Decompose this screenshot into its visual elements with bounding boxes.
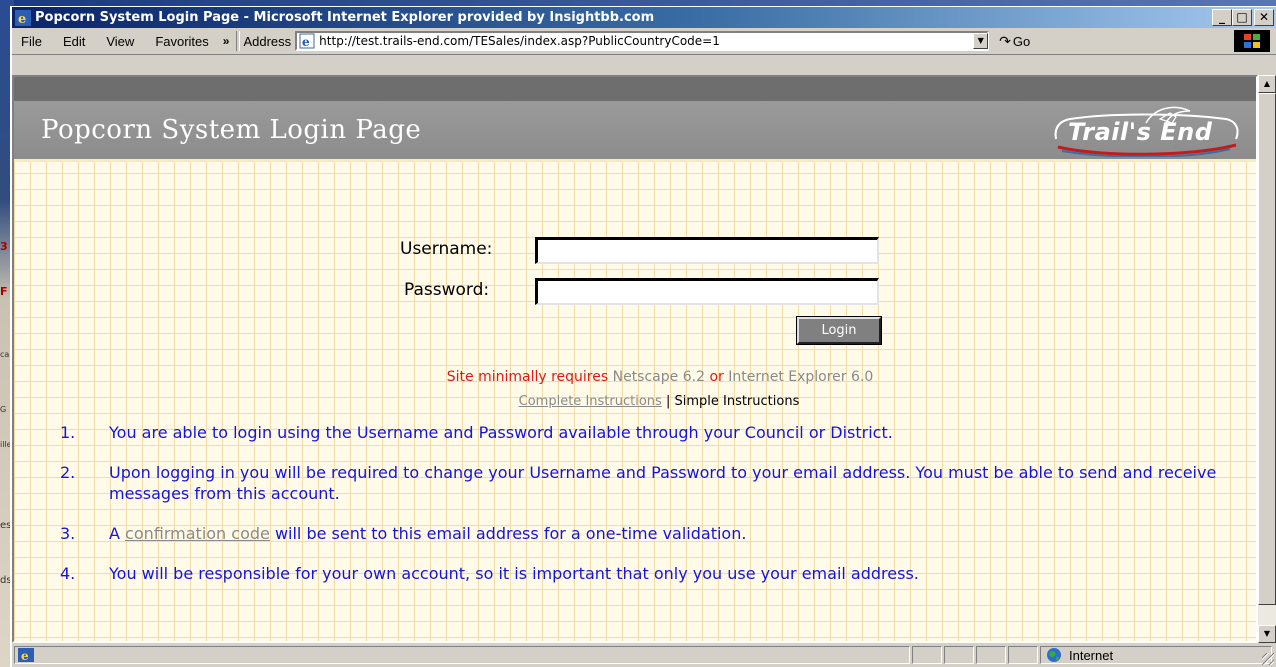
page-status-icon: e xyxy=(18,648,34,662)
security-zone: Internet xyxy=(1040,646,1272,664)
username-label: Username: xyxy=(400,239,493,259)
go-label: Go xyxy=(1012,33,1031,49)
status-cell xyxy=(1008,646,1038,664)
step-pre: A xyxy=(109,524,120,543)
step-number: 3. xyxy=(60,524,76,543)
menu-chevron-icon[interactable]: » xyxy=(223,34,230,48)
go-arrow-icon: ↷ xyxy=(999,32,1011,49)
status-bar: e Internet xyxy=(12,643,1276,667)
confirmation-code-link[interactable]: confirmation code xyxy=(125,524,270,543)
list-item: 3. A confirmation code will be sent to t… xyxy=(60,523,1230,544)
address-dropdown-icon[interactable]: ▼ xyxy=(973,33,989,49)
maximize-button[interactable]: □ xyxy=(1232,9,1252,26)
svg-text:e: e xyxy=(18,12,26,26)
step-post: will be sent to this email address for a… xyxy=(274,524,747,543)
step-number: 2. xyxy=(60,463,76,482)
menu-edit[interactable]: Edit xyxy=(63,34,85,49)
svg-text:e: e xyxy=(21,649,29,662)
browser-window: e Popcorn System Login Page - Microsoft … xyxy=(10,6,1276,667)
complete-instructions-link[interactable]: Complete Instructions xyxy=(519,394,662,409)
menu-favorites[interactable]: Favorites xyxy=(155,34,208,49)
globe-icon xyxy=(1047,648,1061,662)
status-cell xyxy=(912,646,942,664)
svg-text:e: e xyxy=(302,35,310,49)
list-item: 2. Upon logging in you will be required … xyxy=(60,462,1230,504)
step-text: You will be responsible for your own acc… xyxy=(109,564,919,583)
status-cell xyxy=(976,646,1006,664)
step-number: 4. xyxy=(60,564,76,583)
title-bar[interactable]: e Popcorn System Login Page - Microsoft … xyxy=(12,7,1276,28)
zone-label: Internet xyxy=(1069,647,1114,663)
step-number: 1. xyxy=(60,423,76,442)
scroll-thumb[interactable] xyxy=(1258,93,1276,605)
status-text-cell: e xyxy=(14,646,910,664)
scroll-up-icon[interactable]: ▲ xyxy=(1258,75,1276,93)
password-input[interactable] xyxy=(535,278,879,305)
username-input[interactable] xyxy=(535,237,879,264)
step-text: Upon logging in you will be required to … xyxy=(109,463,1217,503)
go-button[interactable]: ↷ Go xyxy=(999,33,1030,50)
browser-requirements: Site minimally requires Netscape 6.2 or … xyxy=(14,369,1256,385)
scroll-down-icon[interactable]: ▼ xyxy=(1258,625,1276,643)
minimize-button[interactable]: _ xyxy=(1212,9,1232,26)
step-text: A confirmation code will be sent to this… xyxy=(109,523,1230,544)
page-viewport: Popcorn System Login Page Trail's End Us… xyxy=(12,75,1258,643)
list-item: 4. You will be responsible for your own … xyxy=(60,563,1230,584)
menu-file[interactable]: File xyxy=(21,34,42,49)
header-top-band xyxy=(14,77,1256,103)
toolbar-separator xyxy=(236,31,241,51)
instructions-separator: | xyxy=(665,394,671,409)
trails-end-logo: Trail's End xyxy=(1050,105,1242,157)
ie-logo-icon: e xyxy=(15,9,31,26)
vertical-scrollbar[interactable]: ▲ ▼ xyxy=(1258,75,1276,643)
password-label: Password: xyxy=(404,280,490,300)
address-label: Address xyxy=(243,33,292,49)
instructions-links: Complete Instructions | Simple Instructi… xyxy=(14,394,1256,409)
page-title: Popcorn System Login Page xyxy=(41,115,422,145)
ie-link[interactable]: Internet Explorer 6.0 xyxy=(728,369,873,385)
address-url[interactable]: http://test.trails-end.com/TESales/index… xyxy=(319,34,973,48)
simple-instructions-label: Simple Instructions xyxy=(674,394,800,409)
windows-logo-icon xyxy=(1234,30,1270,52)
menu-bar: File Edit View Favorites » Address e htt… xyxy=(12,28,1276,55)
page-header: Popcorn System Login Page Trail's End xyxy=(14,101,1256,162)
resize-grip-icon[interactable] xyxy=(1262,653,1274,665)
netscape-link[interactable]: Netscape 6.2 xyxy=(613,369,705,385)
window-title: Popcorn System Login Page - Microsoft In… xyxy=(35,10,655,25)
requirements-or: or xyxy=(709,369,724,385)
status-cell xyxy=(944,646,974,664)
address-bar[interactable]: e http://test.trails-end.com/TESales/ind… xyxy=(295,31,990,51)
close-button[interactable]: ✕ xyxy=(1254,9,1274,26)
page-icon: e xyxy=(299,33,315,49)
logo-text: Trail's End xyxy=(1068,118,1213,146)
requirements-prefix: Site minimally requires xyxy=(446,369,609,385)
step-text: You are able to login using the Username… xyxy=(109,423,893,442)
login-button[interactable]: Login xyxy=(796,316,882,345)
list-item: 1. You are able to login using the Usern… xyxy=(60,422,1230,443)
menu-view[interactable]: View xyxy=(106,34,134,49)
